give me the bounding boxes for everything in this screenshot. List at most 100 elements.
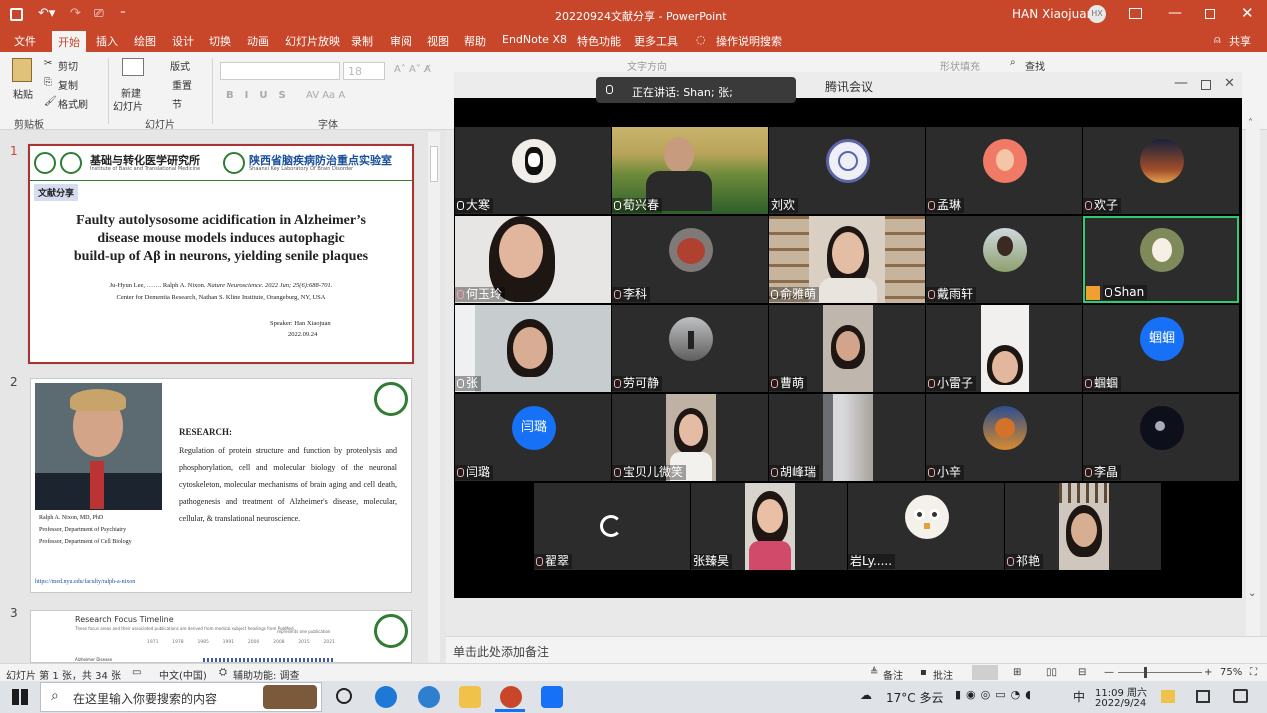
powerpoint-icon[interactable]: [500, 686, 522, 708]
notes-app-icon[interactable]: [1161, 690, 1175, 703]
participant-tile[interactable]: 荀兴春: [612, 127, 768, 214]
clock-date[interactable]: 2022/9/24: [1095, 698, 1146, 709]
reading-view-icon[interactable]: ▯▯: [1046, 667, 1057, 678]
slide-sorter-icon[interactable]: ⊞: [1013, 667, 1021, 678]
redo-icon[interactable]: ↷: [70, 6, 81, 21]
tab-record[interactable]: 录制: [349, 33, 375, 49]
new-slide-icon[interactable]: [122, 58, 144, 76]
participant-tile[interactable]: 小雷子: [926, 305, 1082, 392]
find-button[interactable]: 查找: [1025, 58, 1045, 73]
input-method-indicator[interactable]: 中: [1073, 688, 1085, 705]
comments-toggle[interactable]: 批注: [933, 667, 953, 682]
participant-tile[interactable]: 曹萌: [769, 305, 925, 392]
participant-tile[interactable]: 蝈蝈 蝈蝈: [1083, 305, 1239, 392]
zoom-slider-thumb[interactable]: [1144, 667, 1147, 678]
zoom-in-button[interactable]: +: [1204, 667, 1212, 678]
layout-button[interactable]: 版式: [170, 58, 190, 73]
participant-tile[interactable]: 俞雅萌: [769, 216, 925, 303]
font-style-buttons[interactable]: BIUS: [226, 90, 297, 101]
participant-tile[interactable]: 小辛: [926, 394, 1082, 481]
participant-tile[interactable]: 孟琳: [926, 127, 1082, 214]
ribbon-display-icon[interactable]: [1129, 8, 1142, 19]
accessibility-icon[interactable]: ⛭: [219, 667, 227, 678]
zoom-slider[interactable]: [1118, 672, 1202, 673]
tab-transitions[interactable]: 切换: [207, 33, 233, 49]
text-direction-button[interactable]: 文字方向: [627, 58, 667, 73]
slideshow-view-icon[interactable]: ⊟: [1078, 667, 1086, 678]
edge-browser-icon[interactable]: [375, 686, 397, 708]
shape-fill-button[interactable]: 形状填充: [940, 58, 980, 73]
participant-tile[interactable]: 劳可静: [612, 305, 768, 392]
participant-tile[interactable]: 刘欢: [769, 127, 925, 214]
participant-tile-active-speaker[interactable]: Shan: [1083, 216, 1239, 303]
profile-url[interactable]: https://med.nyu.edu/faculty/ralph-a-nixo…: [35, 579, 135, 585]
meeting-minimize-button[interactable]: —: [1174, 75, 1188, 91]
user-name[interactable]: HAN Xiaojuan: [1012, 7, 1094, 21]
taskbar-search-box[interactable]: ⌕ 在这里输入你要搜索的内容: [40, 682, 322, 712]
clock-time[interactable]: 11:09 周六: [1095, 684, 1147, 699]
user-avatar[interactable]: HX: [1088, 5, 1106, 23]
tab-home[interactable]: 开始: [52, 31, 86, 52]
maximize-button[interactable]: [1205, 9, 1215, 19]
file-explorer-icon[interactable]: [459, 686, 481, 708]
reset-button[interactable]: 重置: [172, 77, 192, 92]
task-view-icon[interactable]: [336, 688, 352, 704]
notes-placeholder[interactable]: 单击此处添加备注: [453, 643, 549, 660]
participant-tile[interactable]: 李科: [612, 216, 768, 303]
format-painter-button[interactable]: 格式刷: [58, 96, 88, 111]
screen-capture-icon[interactable]: [1196, 690, 1210, 703]
chevron-down-icon[interactable]: ⌄: [1248, 588, 1256, 599]
font-grow-icon[interactable]: A˄ A˅ A̸: [394, 64, 431, 75]
participant-tile[interactable]: 闫璐 闫璐: [455, 394, 611, 481]
minimize-button[interactable]: —: [1168, 5, 1182, 21]
windows-start-icon[interactable]: [12, 689, 28, 705]
slide-thumbnail-3[interactable]: Research Focus Timeline These focus area…: [30, 610, 412, 663]
meeting-close-button[interactable]: ✕: [1224, 76, 1235, 91]
tab-insert[interactable]: 插入: [94, 33, 120, 49]
font-size-box[interactable]: 18: [343, 62, 385, 80]
font-name-box[interactable]: [220, 62, 340, 80]
app-icon[interactable]: [418, 686, 440, 708]
participant-tile[interactable]: 欢子: [1083, 127, 1239, 214]
tencent-meeting-icon[interactable]: [541, 686, 563, 708]
chevron-up-icon[interactable]: ˄: [1248, 118, 1253, 129]
tab-animations[interactable]: 动画: [245, 33, 271, 49]
participant-tile[interactable]: 张臻昊: [691, 483, 847, 570]
tab-help[interactable]: 帮助: [462, 33, 488, 49]
weather-status[interactable]: 17°C 多云: [886, 689, 943, 706]
notification-center-icon[interactable]: [1233, 689, 1248, 703]
participant-tile[interactable]: 岩Ly.....: [848, 483, 1004, 570]
language-indicator[interactable]: 中文(中国): [159, 667, 207, 682]
zoom-level[interactable]: 75%: [1220, 667, 1242, 678]
participant-tile[interactable]: 李晶: [1083, 394, 1239, 481]
tab-features[interactable]: 特色功能: [575, 33, 623, 49]
meeting-maximize-button[interactable]: [1201, 80, 1211, 90]
participant-tile[interactable]: 张: [455, 305, 611, 392]
thumbnail-scrollbar[interactable]: [428, 132, 440, 662]
participant-tile[interactable]: 翟翠: [534, 483, 690, 570]
slide-thumbnail-2[interactable]: Ralph A. Nixon, MD, PhD Professor, Depart…: [30, 378, 412, 593]
save-icon[interactable]: [10, 8, 23, 21]
participant-tile[interactable]: 祁艳: [1005, 483, 1161, 570]
system-tray-icons[interactable]: ▮◉◎▭◔◖: [955, 688, 1036, 701]
slide-scrollbar[interactable]: ˄ ⌄: [1246, 118, 1260, 638]
taskbar-search-placeholder[interactable]: 在这里输入你要搜索的内容: [73, 690, 217, 707]
close-button[interactable]: ✕: [1241, 4, 1254, 22]
participant-tile[interactable]: 戴雨轩: [926, 216, 1082, 303]
tab-file[interactable]: 文件: [12, 33, 38, 49]
quick-access-more-icon[interactable]: ⁼: [120, 7, 126, 20]
tab-review[interactable]: 审阅: [388, 33, 414, 49]
participant-tile[interactable]: 胡峰瑞: [769, 394, 925, 481]
paste-button[interactable]: 粘贴: [13, 86, 33, 101]
spellcheck-icon[interactable]: ▭: [132, 667, 141, 678]
new-slide-label-2[interactable]: 幻灯片: [113, 98, 143, 113]
tab-design[interactable]: 设计: [170, 33, 196, 49]
tell-me-search[interactable]: 操作说明搜索: [714, 33, 784, 49]
participant-tile[interactable]: 宝贝儿微笑: [612, 394, 768, 481]
undo-icon[interactable]: ↶▾: [38, 6, 55, 21]
slideshow-icon[interactable]: ⎚: [94, 6, 104, 21]
zoom-out-button[interactable]: —: [1104, 667, 1114, 678]
tab-view[interactable]: 视图: [425, 33, 451, 49]
fit-to-window-icon[interactable]: ⛶: [1250, 667, 1257, 678]
tab-slideshow[interactable]: 幻灯片放映: [283, 33, 342, 49]
